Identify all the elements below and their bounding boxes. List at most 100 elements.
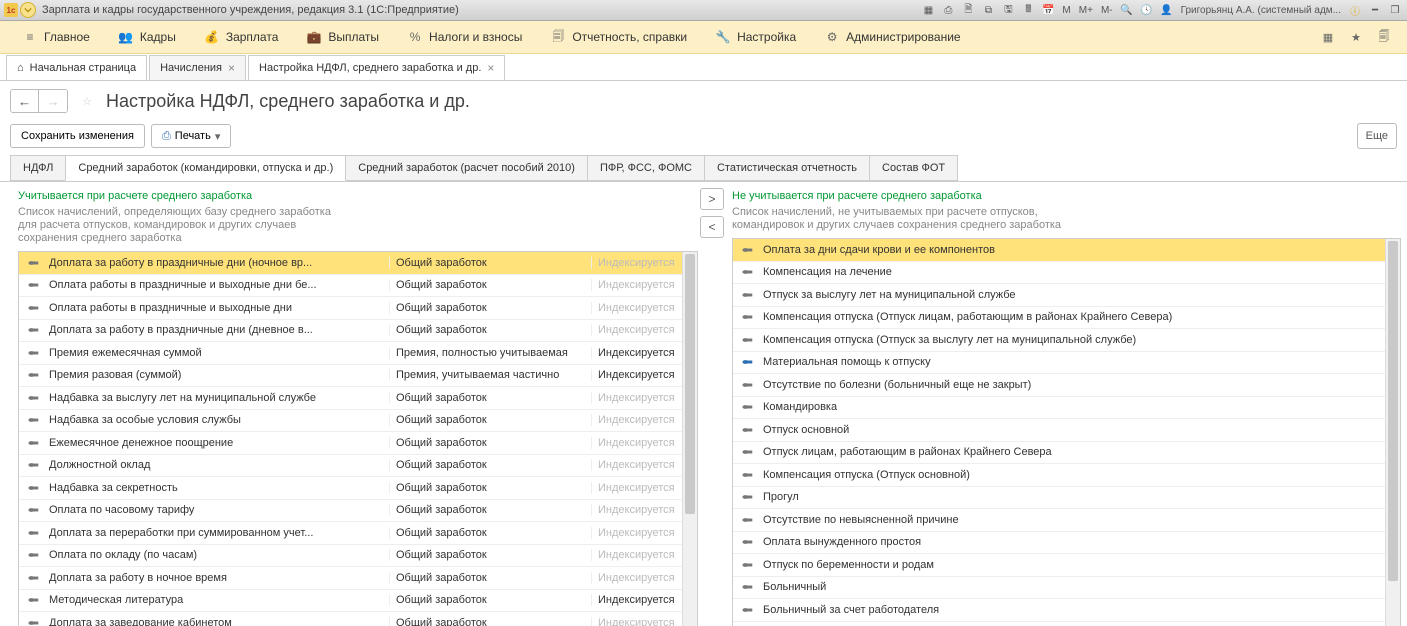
- clock-icon[interactable]: 🕓: [1139, 2, 1155, 18]
- table-row[interactable]: Надбавка за особые условия службыОбщий з…: [19, 410, 683, 433]
- more-button[interactable]: Еще: [1357, 123, 1397, 149]
- compare-icon[interactable]: ⧉: [980, 2, 996, 18]
- scrollbar[interactable]: [682, 252, 697, 626]
- minimize-icon[interactable]: ━: [1367, 2, 1383, 18]
- subtab[interactable]: ПФР, ФСС, ФОМС: [587, 155, 705, 181]
- accrual-name: Компенсация на лечение: [763, 266, 1386, 278]
- table-row[interactable]: Отпуск основной: [733, 419, 1386, 442]
- move-buttons: > <: [698, 188, 726, 626]
- tab-home[interactable]: ⌂Начальная страница: [6, 55, 147, 80]
- restore-icon[interactable]: ❐: [1387, 2, 1403, 18]
- toolbar-icon[interactable]: ▦: [920, 2, 936, 18]
- apps-icon[interactable]: ▦: [1319, 28, 1337, 46]
- subtab[interactable]: НДФЛ: [10, 155, 66, 181]
- back-button[interactable]: ←: [11, 90, 39, 112]
- table-row[interactable]: Командировка: [733, 397, 1386, 420]
- move-right-button[interactable]: >: [700, 188, 724, 210]
- accrual-index: Индексируется: [591, 504, 683, 516]
- tab-accruals[interactable]: Начисления×: [149, 55, 246, 80]
- print-icon[interactable]: ⎙: [940, 2, 956, 18]
- scroll-thumb[interactable]: [1388, 241, 1398, 581]
- star-icon[interactable]: ★: [1347, 28, 1365, 46]
- table-row[interactable]: Премия ежемесячная суммойПремия, полност…: [19, 342, 683, 365]
- close-icon[interactable]: ×: [228, 61, 235, 75]
- menu-payments[interactable]: 💼Выплаты: [292, 21, 393, 53]
- save-button[interactable]: Сохранить изменения: [10, 124, 145, 148]
- table-row[interactable]: Больничный при профзаболевании: [733, 622, 1386, 626]
- copy-icon[interactable]: 🗐: [1375, 28, 1393, 46]
- accrual-name: Больничный: [763, 581, 1386, 593]
- scrollbar[interactable]: [1385, 239, 1400, 626]
- table-row[interactable]: Отпуск по беременности и родам: [733, 554, 1386, 577]
- menu-salary[interactable]: 💰Зарплата: [190, 21, 293, 53]
- table-row[interactable]: Доплата за переработки при суммированном…: [19, 522, 683, 545]
- table-row[interactable]: Методическая литератураОбщий заработокИн…: [19, 590, 683, 613]
- doc-icon[interactable]: 🗎: [960, 2, 976, 18]
- table-row[interactable]: Компенсация на лечение: [733, 262, 1386, 285]
- menu-settings[interactable]: 🔧Настройка: [701, 21, 810, 53]
- calc-icon[interactable]: 🖩: [1020, 2, 1036, 18]
- menu-taxes[interactable]: %Налоги и взносы: [393, 21, 536, 53]
- people-icon: 👥: [118, 29, 134, 45]
- right-grid[interactable]: Оплата за дни сдачи крови и ее компонент…: [732, 238, 1401, 626]
- table-row[interactable]: Оплата по окладу (по часам)Общий заработ…: [19, 545, 683, 568]
- scroll-thumb[interactable]: [685, 254, 695, 514]
- table-row[interactable]: Отпуск за выслугу лет на муниципальной с…: [733, 284, 1386, 307]
- item-icon: [733, 493, 763, 501]
- subtab[interactable]: Средний заработок (командировки, отпуска…: [65, 155, 346, 181]
- info-icon[interactable]: ⓘ: [1347, 2, 1363, 18]
- menu-hr[interactable]: 👥Кадры: [104, 21, 190, 53]
- menu-admin[interactable]: ⚙Администрирование: [810, 21, 974, 53]
- table-row[interactable]: Доплата за работу в праздничные дни (дне…: [19, 320, 683, 343]
- table-row[interactable]: Надбавка за секретностьОбщий заработокИн…: [19, 477, 683, 500]
- window-tabs: ⌂Начальная страница Начисления× Настройк…: [0, 54, 1407, 81]
- accrual-name: Оплата работы в праздничные и выходные д…: [49, 279, 389, 291]
- move-left-button[interactable]: <: [700, 216, 724, 238]
- table-row[interactable]: Компенсация отпуска (Отпуск за выслугу л…: [733, 329, 1386, 352]
- table-row[interactable]: Больничный за счет работодателя: [733, 599, 1386, 622]
- mem-mplus[interactable]: M+: [1077, 5, 1095, 16]
- table-row[interactable]: Доплата за работу в ночное времяОбщий за…: [19, 567, 683, 590]
- user-label[interactable]: Григорьянц А.А. (системный адм...: [1179, 5, 1343, 16]
- favorite-icon[interactable]: ☆: [78, 92, 96, 110]
- item-icon: [733, 336, 763, 344]
- table-row[interactable]: Отсутствие по невыясненной причине: [733, 509, 1386, 532]
- table-row[interactable]: Оплата вынужденного простоя: [733, 532, 1386, 555]
- wrench-icon: 🔧: [715, 29, 731, 45]
- table-row[interactable]: Должностной окладОбщий заработокИндексир…: [19, 455, 683, 478]
- accrual-name: Премия разовая (суммой): [49, 369, 389, 381]
- left-grid[interactable]: Доплата за работу в праздничные дни (ноч…: [18, 251, 698, 626]
- table-row[interactable]: Доплата за заведование кабинетомОбщий за…: [19, 612, 683, 626]
- table-row[interactable]: Отпуск лицам, работающим в районах Крайн…: [733, 442, 1386, 465]
- mem-m[interactable]: M: [1060, 5, 1072, 16]
- table-row[interactable]: Отсутствие по болезни (больничный еще не…: [733, 374, 1386, 397]
- table-row[interactable]: Прогул: [733, 487, 1386, 510]
- print-button[interactable]: ⎙Печать▾: [151, 124, 231, 148]
- table-row[interactable]: Оплата по часовому тарифуОбщий заработок…: [19, 500, 683, 523]
- app-menu-dropdown[interactable]: [20, 2, 36, 18]
- table-row[interactable]: Оплата за дни сдачи крови и ее компонент…: [733, 239, 1386, 262]
- table-row[interactable]: Надбавка за выслугу лет на муниципальной…: [19, 387, 683, 410]
- button-label: Еще: [1366, 130, 1388, 142]
- subtab[interactable]: Состав ФОТ: [869, 155, 958, 181]
- close-icon[interactable]: ×: [487, 61, 494, 75]
- menu-reports[interactable]: 🗐Отчетность, справки: [536, 21, 701, 53]
- tab-ndfl-settings[interactable]: Настройка НДФЛ, среднего заработка и др.…: [248, 55, 505, 80]
- forward-button[interactable]: →: [39, 90, 67, 112]
- table-row[interactable]: Больничный: [733, 577, 1386, 600]
- subtab[interactable]: Статистическая отчетность: [704, 155, 870, 181]
- table-row[interactable]: Компенсация отпуска (Отпуск основной): [733, 464, 1386, 487]
- table-row[interactable]: Оплата работы в праздничные и выходные д…: [19, 297, 683, 320]
- calendar-icon[interactable]: 📅: [1040, 2, 1056, 18]
- menu-main[interactable]: ≡Главное: [8, 21, 104, 53]
- table-row[interactable]: Премия разовая (суммой)Премия, учитываем…: [19, 365, 683, 388]
- table-row[interactable]: Оплата работы в праздничные и выходные д…: [19, 275, 683, 298]
- table-row[interactable]: Материальная помощь к отпуску: [733, 352, 1386, 375]
- table-row[interactable]: Доплата за работу в праздничные дни (ноч…: [19, 252, 683, 275]
- save-icon[interactable]: 🖫: [1000, 2, 1016, 18]
- table-row[interactable]: Ежемесячное денежное поощрениеОбщий зара…: [19, 432, 683, 455]
- zoom-icon[interactable]: 🔍: [1119, 2, 1135, 18]
- mem-mminus[interactable]: M-: [1099, 5, 1115, 16]
- table-row[interactable]: Компенсация отпуска (Отпуск лицам, работ…: [733, 307, 1386, 330]
- subtab[interactable]: Средний заработок (расчет пособий 2010): [345, 155, 588, 181]
